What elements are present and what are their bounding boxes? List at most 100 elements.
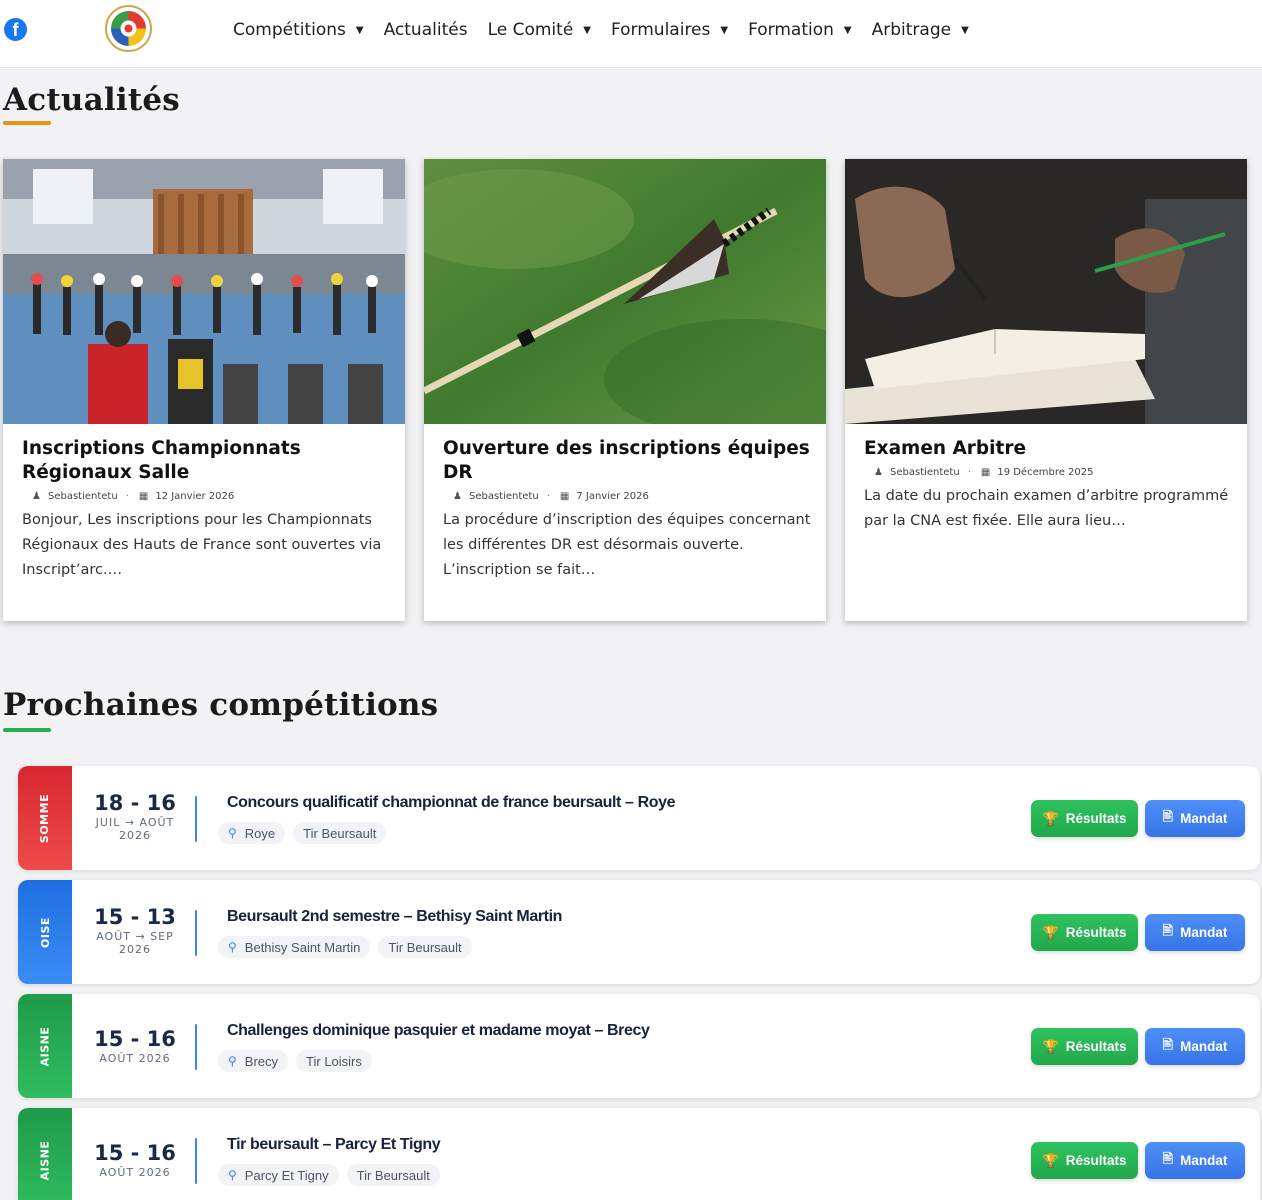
mandat-button[interactable]: 🖹 Mandat bbox=[1145, 800, 1245, 837]
calendar-icon: ▦ bbox=[138, 491, 149, 502]
results-button[interactable]: 🏆 Résultats bbox=[1031, 1028, 1138, 1065]
competition-tags: ⚲ Parcy Et Tigny Tir Beursault bbox=[218, 1164, 448, 1186]
department-badge: AISNE bbox=[18, 1108, 72, 1200]
main-nav: Compétitions ▼ Actualités Le Comité ▼ Form… bbox=[233, 17, 989, 43]
competition-date: 18 - 16 JUIL → AOÛT 2026 bbox=[80, 790, 190, 842]
facebook-icon[interactable]: f bbox=[4, 18, 27, 41]
caret-down-icon: ▼ bbox=[355, 24, 364, 36]
document-icon: 🖹 bbox=[1162, 808, 1174, 824]
location-pin-icon: ⚲ bbox=[228, 826, 237, 840]
nav-le-comite[interactable]: Le Comité ▼ bbox=[488, 17, 591, 43]
department-badge: SOMME bbox=[18, 766, 72, 870]
meta-separator: · bbox=[546, 491, 550, 502]
calendar-icon: ▦ bbox=[980, 467, 991, 478]
location-tag: ⚲ Brecy bbox=[218, 1050, 289, 1072]
competition-date: 15 - 16 AOÛT 2026 bbox=[80, 1140, 190, 1179]
date-month: AOÛT 2026 bbox=[99, 1166, 171, 1179]
mandat-label: Mandat bbox=[1180, 925, 1228, 940]
nav-formation[interactable]: Formation ▼ bbox=[748, 17, 852, 43]
news-card-title[interactable]: Examen Arbitre bbox=[864, 437, 1232, 461]
competition-title[interactable]: Beursault 2nd semestre – Bethisy Saint M… bbox=[227, 908, 562, 926]
location-label: Bethisy Saint Martin bbox=[244, 939, 361, 955]
news-card-date: 7 Janvier 2026 bbox=[576, 491, 649, 502]
department-label: AISNE bbox=[38, 1140, 52, 1180]
location-tag: ⚲ Parcy Et Tigny bbox=[218, 1164, 339, 1186]
nav-arbitrage[interactable]: Arbitrage ▼ bbox=[872, 17, 969, 43]
competition-date: 15 - 13 AOÛT → SEP 2026 bbox=[80, 904, 190, 956]
divider bbox=[195, 1024, 197, 1070]
trophy-icon: 🏆 bbox=[1042, 1038, 1059, 1054]
results-button[interactable]: 🏆 Résultats bbox=[1031, 1142, 1138, 1179]
news-card-author: Sebastientetu bbox=[889, 467, 960, 478]
competitions-heading: Prochaines compétitions bbox=[3, 687, 439, 723]
mandat-label: Mandat bbox=[1180, 1153, 1228, 1168]
date-year: 2026 bbox=[119, 943, 151, 956]
type-tag: Tir Beursault bbox=[378, 936, 472, 958]
date-days: 15 - 16 bbox=[94, 1141, 176, 1165]
location-pin-icon: ⚲ bbox=[228, 1168, 237, 1182]
trophy-icon: 🏆 bbox=[1042, 810, 1059, 826]
type-label: Tir Beursault bbox=[388, 939, 462, 955]
competition-title[interactable]: Tir beursault – Parcy Et Tigny bbox=[227, 1136, 441, 1154]
nav-formulaires[interactable]: Formulaires ▼ bbox=[611, 17, 728, 43]
location-tag: ⚲ Roye bbox=[218, 822, 286, 844]
date-month: JUIL → AOÛT bbox=[95, 816, 175, 829]
location-label: Roye bbox=[244, 825, 276, 841]
mandat-button[interactable]: 🖹 Mandat bbox=[1145, 1028, 1245, 1065]
news-image-writing bbox=[845, 159, 1247, 424]
news-card-meta: ♟ Sebastientetu · ▦ 7 Janvier 2026 bbox=[453, 491, 811, 502]
caret-down-icon: ▼ bbox=[720, 24, 729, 36]
calendar-icon: ▦ bbox=[559, 491, 570, 502]
date-days: 15 - 13 bbox=[94, 905, 176, 929]
competitions-heading-underline bbox=[3, 728, 51, 732]
type-label: Tir Loisirs bbox=[306, 1053, 362, 1069]
divider bbox=[195, 796, 197, 842]
news-card-excerpt: La procédure d’inscription des équipes c… bbox=[443, 512, 811, 578]
news-card-date: 19 Décembre 2025 bbox=[997, 467, 1094, 478]
news-card-title[interactable]: Inscriptions Championnats Régionaux Sall… bbox=[22, 437, 390, 485]
nav-label: Actualités bbox=[383, 20, 468, 40]
user-icon: ♟ bbox=[874, 467, 883, 478]
location-tag: ⚲ Bethisy Saint Martin bbox=[218, 936, 371, 958]
divider bbox=[195, 1138, 197, 1184]
results-label: Résultats bbox=[1065, 811, 1127, 826]
nav-label: Le Comité bbox=[487, 20, 574, 40]
site-header: f Compétitions ▼ Actualités Le Comité ▼ Fo… bbox=[0, 0, 1262, 68]
department-label: OISE bbox=[38, 916, 52, 948]
mandat-button[interactable]: 🖹 Mandat bbox=[1145, 1142, 1245, 1179]
competition-title[interactable]: Concours qualificatif championnat de fra… bbox=[227, 794, 676, 812]
news-card[interactable]: Ouverture des inscriptions équipes DR ♟ … bbox=[424, 159, 826, 621]
divider bbox=[195, 910, 197, 956]
mandat-button[interactable]: 🖹 Mandat bbox=[1145, 914, 1245, 951]
news-card-excerpt: La date du prochain examen d’arbitre pro… bbox=[864, 488, 1229, 529]
nav-label: Formulaires bbox=[610, 20, 711, 40]
news-card-author: Sebastientetu bbox=[47, 491, 118, 502]
competition-title[interactable]: Challenges dominique pasquier et madame … bbox=[227, 1022, 650, 1040]
location-label: Parcy Et Tigny bbox=[244, 1167, 329, 1183]
nav-competitions[interactable]: Compétitions ▼ bbox=[233, 17, 364, 43]
date-month: AOÛT 2026 bbox=[99, 1052, 171, 1065]
date-month: AOÛT → SEP bbox=[96, 930, 174, 943]
nav-actualites[interactable]: Actualités bbox=[384, 17, 468, 43]
site-logo[interactable] bbox=[105, 5, 152, 52]
caret-down-icon: ▼ bbox=[843, 24, 852, 36]
user-icon: ♟ bbox=[32, 491, 41, 502]
news-card-author: Sebastientetu bbox=[468, 491, 539, 502]
location-pin-icon: ⚲ bbox=[228, 1054, 237, 1068]
results-label: Résultats bbox=[1065, 925, 1127, 940]
date-days: 15 - 16 bbox=[94, 1027, 176, 1051]
results-button[interactable]: 🏆 Résultats bbox=[1031, 800, 1138, 837]
news-card[interactable]: Inscriptions Championnats Régionaux Sall… bbox=[3, 159, 405, 621]
news-card[interactable]: Examen Arbitre ♟ Sebastientetu · ▦ 19 Dé… bbox=[845, 159, 1247, 621]
type-tag: Tir Loisirs bbox=[296, 1050, 372, 1072]
news-card-body: Inscriptions Championnats Régionaux Sall… bbox=[22, 437, 390, 583]
document-icon: 🖹 bbox=[1162, 1150, 1174, 1166]
news-card-title[interactable]: Ouverture des inscriptions équipes DR bbox=[443, 437, 811, 485]
user-icon: ♟ bbox=[453, 491, 462, 502]
type-label: Tir Beursault bbox=[356, 1167, 430, 1183]
type-tag: Tir Beursault bbox=[346, 1164, 440, 1186]
trophy-icon: 🏆 bbox=[1042, 1152, 1059, 1168]
results-button[interactable]: 🏆 Résultats bbox=[1031, 914, 1138, 951]
competition-row: OISE 15 - 13 AOÛT → SEP 2026 Beursault 2… bbox=[18, 880, 1260, 984]
caret-down-icon: ▼ bbox=[961, 24, 969, 36]
